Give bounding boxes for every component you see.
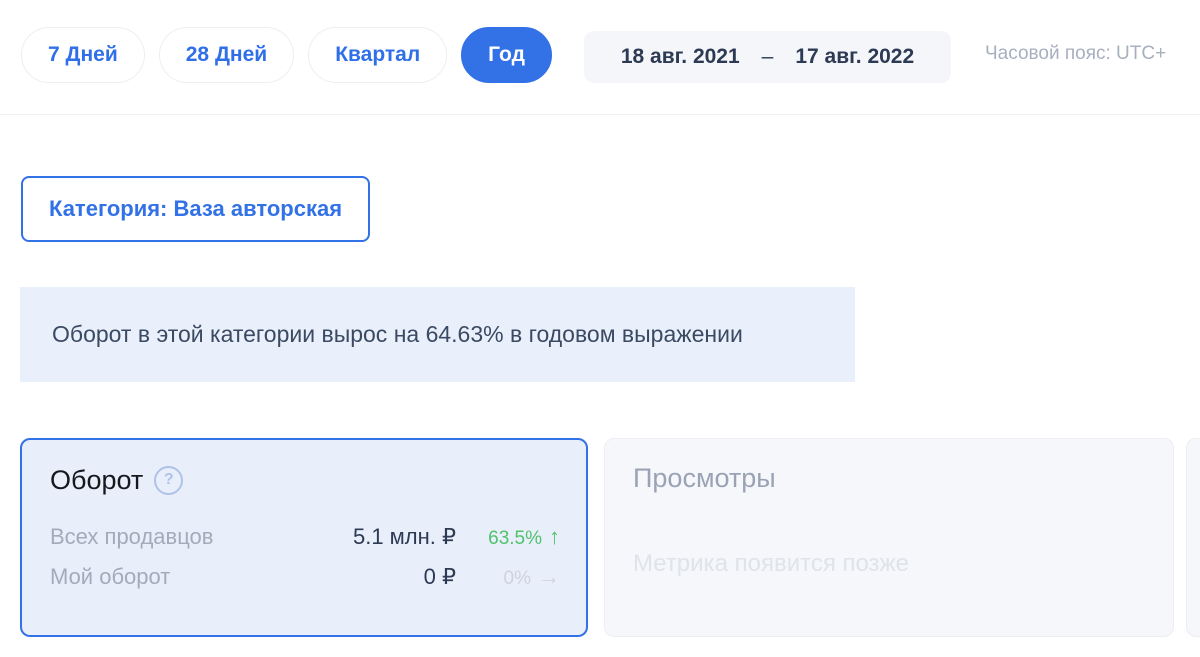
period-button-7-days[interactable]: 7 Дней xyxy=(21,27,145,83)
metric-card-views-placeholder: Метрика появится позже xyxy=(633,550,909,577)
metric-card-turnover-title: Оборот xyxy=(50,465,144,495)
date-range-start: 18 авг. 2021 xyxy=(620,45,740,68)
date-range-separator: – xyxy=(761,45,774,68)
period-selector: 7 Дней 28 Дней Квартал Год xyxy=(21,27,552,83)
metric-row-all-sellers-delta: 63.5% ↑ xyxy=(456,524,560,550)
metric-row-my-turnover: Мой оборот 0 ₽ 0% → xyxy=(50,564,560,604)
date-range-end: 17 авг. 2022 xyxy=(795,45,915,68)
period-button-quarter[interactable]: Квартал xyxy=(308,27,448,83)
category-filter-chip[interactable]: Категория: Ваза авторская xyxy=(21,176,371,242)
metric-row-all-sellers: Всех продавцов 5.1 млн. ₽ 63.5% ↑ xyxy=(50,524,560,564)
period-button-year[interactable]: Год xyxy=(461,27,552,83)
metric-card-turnover-header: Оборот ? xyxy=(50,466,560,495)
info-banner-text: Оборот в этой категории вырос на 64.63% … xyxy=(52,321,743,347)
metric-card-next-partial[interactable] xyxy=(1186,438,1200,637)
toolbar: 7 Дней 28 Дней Квартал Год 18 авг. 2021 … xyxy=(0,0,1200,115)
metric-card-views-title: Просмотры xyxy=(633,463,776,493)
metric-card-turnover[interactable]: Оборот ? Всех продавцов 5.1 млн. ₽ 63.5%… xyxy=(20,438,588,637)
metric-row-all-sellers-value: 5.1 млн. ₽ xyxy=(352,524,456,549)
timezone-label: Часовой пояс: UTC+ xyxy=(985,43,1167,64)
metric-row-my-turnover-value: 0 ₽ xyxy=(423,564,456,589)
period-button-28-days[interactable]: 28 Дней xyxy=(158,27,295,83)
date-range-picker[interactable]: 18 авг. 2021 – 17 авг. 2022 xyxy=(584,31,951,83)
metric-card-views[interactable]: Просмотры Метрика появится позже xyxy=(604,438,1174,637)
trend-up-arrow-icon: ↑ xyxy=(549,524,560,549)
delta-percent-my-turnover: 0% xyxy=(503,568,531,589)
metric-card-views-header: Просмотры xyxy=(633,465,1147,492)
metric-row-my-turnover-label: Мой оборот xyxy=(50,564,171,589)
info-banner: Оборот в этой категории вырос на 64.63% … xyxy=(20,287,855,382)
trend-flat-arrow-icon: → xyxy=(538,564,560,589)
help-icon[interactable]: ? xyxy=(154,466,184,495)
delta-percent-all-sellers: 63.5% xyxy=(488,528,542,549)
metric-cards: Оборот ? Всех продавцов 5.1 млн. ₽ 63.5%… xyxy=(0,438,1200,638)
metric-row-my-turnover-delta: 0% → xyxy=(456,564,560,590)
metric-row-all-sellers-label: Всех продавцов xyxy=(50,524,214,549)
